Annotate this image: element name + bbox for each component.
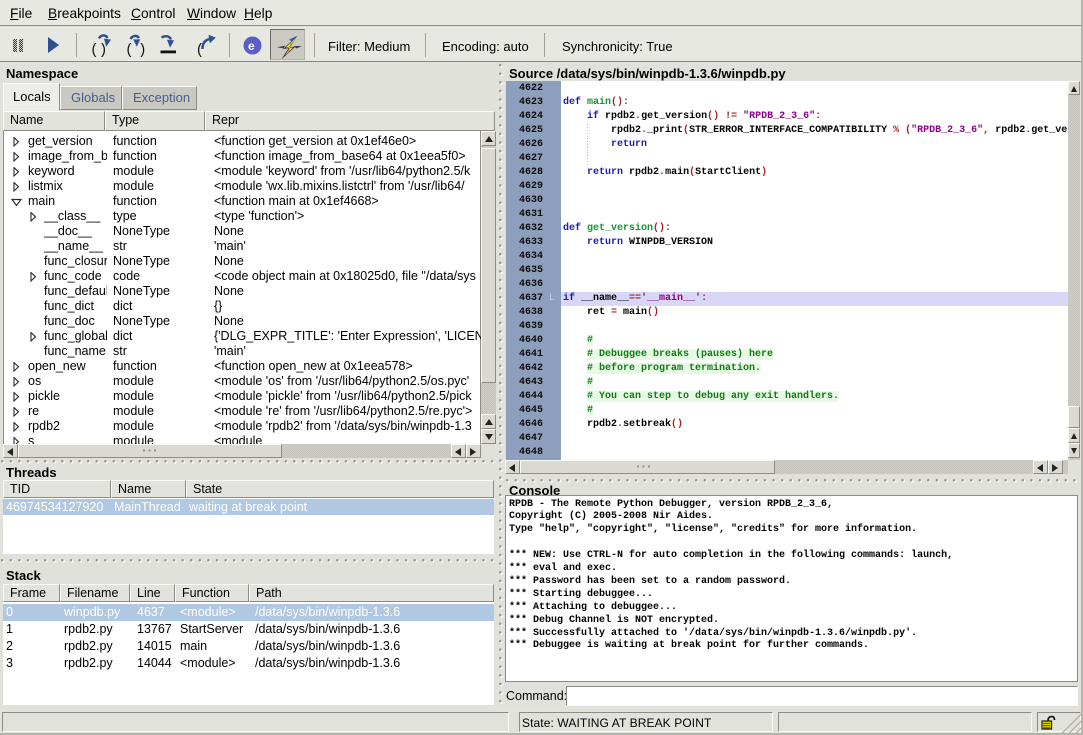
svg-text:): ) bbox=[138, 43, 147, 58]
svg-text:(: ( bbox=[125, 43, 134, 58]
svg-text:e: e bbox=[248, 39, 255, 53]
svg-text:(): () bbox=[90, 43, 107, 58]
